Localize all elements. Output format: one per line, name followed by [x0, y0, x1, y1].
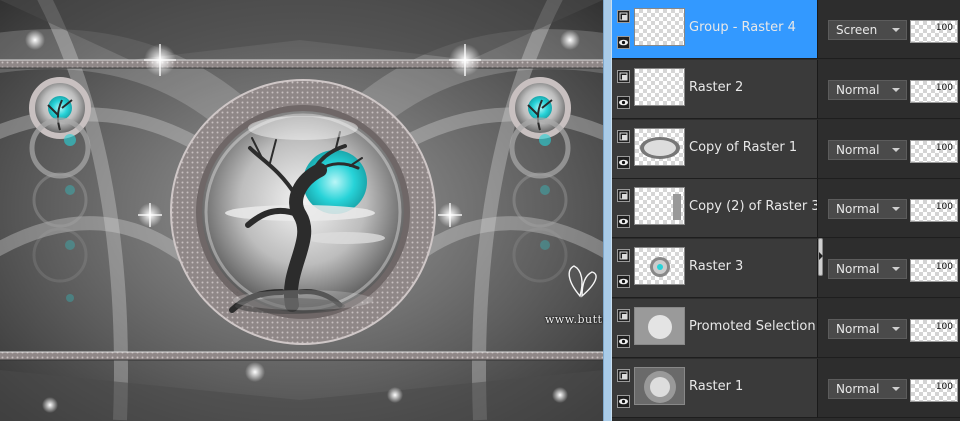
layer-thumbnail[interactable] — [634, 68, 685, 106]
image-canvas[interactable]: www.butterflylady.be — [0, 0, 603, 421]
eye-icon[interactable] — [617, 96, 630, 109]
opacity-field[interactable]: 100 — [910, 379, 958, 402]
layer-row[interactable]: Promoted Selection Normal 100 — [612, 299, 960, 358]
layer-row[interactable]: Copy of Raster 1 Normal 100 — [612, 120, 960, 179]
chevron-down-icon — [892, 28, 900, 32]
raster-layer-icon — [617, 70, 630, 83]
layer-row[interactable]: Copy (2) of Raster 3 Normal 100 — [612, 179, 960, 238]
eye-icon[interactable] — [617, 275, 630, 288]
layer-properties-cell: Normal 100 — [817, 179, 960, 238]
opacity-field[interactable]: 100 — [910, 80, 958, 103]
collapse-arrow-icon[interactable] — [819, 252, 823, 260]
opacity-field[interactable]: 100 — [910, 199, 958, 222]
raster-layer-icon — [617, 249, 630, 262]
layer-row[interactable]: Raster 1 Normal 100 — [612, 359, 960, 418]
layer-main-cell[interactable]: Raster 2 — [612, 60, 817, 119]
layer-thumbnail[interactable] — [634, 187, 685, 225]
layer-thumbnail[interactable] — [634, 367, 685, 405]
raster-layer-icon — [617, 130, 630, 143]
layer-name[interactable]: Group - Raster 4 — [689, 20, 796, 35]
layer-name[interactable]: Raster 3 — [689, 259, 743, 274]
blend-mode-label: Screen — [836, 23, 878, 37]
blend-mode-dropdown[interactable]: Normal — [828, 259, 907, 279]
layer-row[interactable]: Raster 3 Normal 100 — [612, 239, 960, 298]
blend-mode-dropdown[interactable]: Normal — [828, 140, 907, 160]
chevron-down-icon — [892, 88, 900, 92]
layer-thumbnail[interactable] — [634, 307, 685, 345]
blend-mode-dropdown[interactable]: Normal — [828, 80, 907, 100]
chevron-down-icon — [892, 387, 900, 391]
panel-splitter[interactable] — [603, 0, 612, 421]
layer-properties-cell: Screen 100 — [817, 0, 960, 59]
eye-icon[interactable] — [617, 36, 630, 49]
raster-layer-icon — [617, 369, 630, 382]
layer-properties-cell: Normal 100 — [817, 359, 960, 418]
chevron-down-icon — [892, 267, 900, 271]
layer-main-cell[interactable]: Copy of Raster 1 — [612, 120, 817, 179]
layer-properties-cell: Normal 100 — [817, 60, 960, 119]
opacity-field[interactable]: 100 — [910, 319, 958, 342]
layers-panel: Group - Raster 4 Screen 100 Raster 2 Nor… — [612, 0, 960, 421]
layer-thumbnail[interactable] — [634, 128, 685, 166]
blend-mode-label: Normal — [836, 202, 880, 216]
blend-mode-dropdown[interactable]: Normal — [828, 199, 907, 219]
blend-mode-label: Normal — [836, 143, 880, 157]
chevron-down-icon — [892, 327, 900, 331]
layer-main-cell[interactable]: Group - Raster 4 — [612, 0, 817, 59]
layer-name[interactable]: Copy of Raster 1 — [689, 140, 797, 155]
blend-mode-dropdown[interactable]: Screen — [828, 20, 907, 40]
eye-icon[interactable] — [617, 215, 630, 228]
blend-mode-dropdown[interactable]: Normal — [828, 379, 907, 399]
raster-layer-icon — [617, 189, 630, 202]
layer-name[interactable]: Promoted Selection — [689, 319, 816, 334]
blend-mode-label: Normal — [836, 262, 880, 276]
layer-main-cell[interactable]: Raster 3 — [612, 239, 817, 298]
layer-name[interactable]: Raster 2 — [689, 80, 743, 95]
layer-main-cell[interactable]: Copy (2) of Raster 3 — [612, 179, 820, 238]
layer-properties-cell: Normal 100 — [817, 239, 960, 298]
layer-row[interactable]: Group - Raster 4 Screen 100 — [612, 0, 960, 59]
raster-layer-icon — [617, 309, 630, 322]
layer-name[interactable]: Raster 1 — [689, 379, 743, 394]
layer-thumbnail[interactable] — [634, 247, 685, 285]
artwork — [0, 0, 603, 421]
opacity-field[interactable]: 100 — [910, 20, 958, 43]
opacity-field[interactable]: 100 — [910, 140, 958, 163]
opacity-field[interactable]: 100 — [910, 259, 958, 282]
blend-mode-label: Normal — [836, 83, 880, 97]
blend-mode-label: Normal — [836, 382, 880, 396]
watermark-text: www.butterflylady.be — [545, 313, 603, 326]
layer-main-cell[interactable]: Promoted Selection — [612, 299, 817, 358]
layer-name[interactable]: Copy (2) of Raster 3 — [689, 199, 820, 214]
layer-thumbnail[interactable] — [634, 8, 685, 46]
eye-icon[interactable] — [617, 335, 630, 348]
group-layer-icon — [617, 10, 630, 23]
layer-properties-cell: Normal 100 — [817, 299, 960, 358]
layer-properties-cell: Normal 100 — [817, 120, 960, 179]
blend-mode-dropdown[interactable]: Normal — [828, 319, 907, 339]
blend-mode-label: Normal — [836, 322, 880, 336]
chevron-down-icon — [892, 207, 900, 211]
chevron-down-icon — [892, 148, 900, 152]
eye-icon[interactable] — [617, 156, 630, 169]
layer-row[interactable]: Raster 2 Normal 100 — [612, 60, 960, 119]
eye-icon[interactable] — [617, 395, 630, 408]
layer-main-cell[interactable]: Raster 1 — [612, 359, 817, 418]
